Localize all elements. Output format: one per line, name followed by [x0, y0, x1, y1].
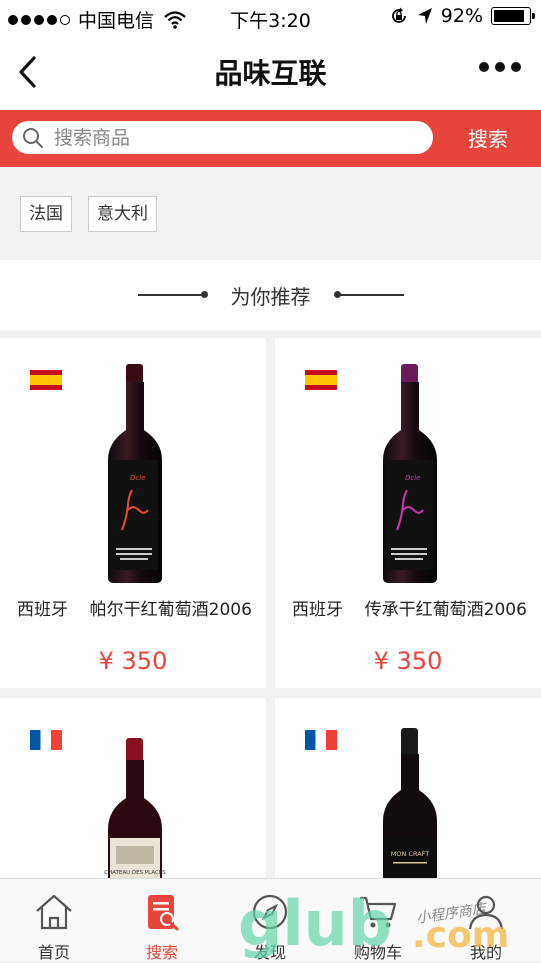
product-title: 帕尔干红葡萄酒2006 [89, 600, 252, 620]
recommend-header: 为你推荐 [0, 260, 541, 330]
location-arrow-icon [417, 8, 432, 24]
tab-label: 搜索 [145, 943, 178, 962]
france-flag-icon [30, 730, 62, 750]
wine-bottle-image: CHATEAU DES PLACES [104, 738, 166, 878]
rotation-lock-icon [391, 7, 406, 23]
home-icon [36, 894, 72, 930]
page-title: 品味互联 [214, 57, 327, 90]
svg-text:Dcle: Dcle [405, 474, 421, 482]
france-flag-icon [305, 730, 337, 750]
tab-home[interactable]: 首页 [0, 879, 108, 962]
tag-france[interactable]: 法国 [20, 196, 72, 232]
search-list-icon [148, 895, 179, 931]
more-icon[interactable] [479, 62, 521, 72]
battery-icon [491, 7, 535, 25]
tab-label: 我的 [469, 943, 502, 962]
wine-bottle-image: MON CRAFT [383, 728, 437, 878]
section-title: 为你推荐 [230, 285, 311, 309]
product-card[interactable]: MON CRAFT [275, 698, 541, 878]
product-country: 西班牙 [292, 600, 343, 620]
product-title: 传承干红葡萄酒2006 [364, 600, 527, 620]
user-icon [468, 895, 504, 930]
bottle-label-text: CHATEAU DES PLACES [104, 870, 166, 876]
tab-discover[interactable]: 发现 [216, 879, 324, 962]
search-box[interactable] [12, 121, 433, 154]
spain-flag-icon [305, 370, 337, 390]
tab-label: 首页 [37, 943, 70, 962]
svg-text:Dcle: Dcle [130, 474, 146, 482]
tab-label: 发现 [253, 943, 286, 962]
cart-icon [360, 896, 397, 928]
product-card[interactable]: CHATEAU DES PLACES [0, 698, 266, 878]
wine-bottle-image: Dcle [383, 364, 437, 583]
tag-italy[interactable]: 意大利 [88, 196, 157, 232]
status-right: 92% [389, 5, 535, 27]
search-bar: 搜索 [0, 110, 541, 167]
battery-percent: 92% [440, 5, 483, 27]
product-name: 西班牙 传承干红葡萄酒2006 [292, 601, 532, 620]
product-name: 西班牙 帕尔干红葡萄酒2006 [17, 601, 257, 620]
wine-bottle-image: Dcle [108, 364, 162, 583]
status-bar: 中国电信 下午3:20 92% [0, 0, 541, 34]
search-icon [23, 127, 43, 148]
spain-flag-icon [30, 370, 62, 390]
product-country: 西班牙 [17, 600, 68, 620]
nav-bar: 品味互联 [0, 34, 541, 110]
tab-search[interactable]: 搜索 [108, 879, 216, 962]
search-button[interactable]: 搜索 [450, 123, 526, 152]
tab-label: 购物车 [353, 943, 402, 962]
tab-mine[interactable]: 我的 [432, 879, 540, 962]
tag-list: 法国 意大利 [0, 167, 541, 260]
product-price: ¥ 350 [373, 647, 443, 675]
product-card[interactable]: Dcle 西班牙 传承干红葡萄酒2006 ¥ 350 [275, 338, 541, 688]
tab-bar: 首页 搜索 发现 购物车 我的 [0, 878, 541, 962]
compass-icon [252, 894, 288, 930]
tab-cart[interactable]: 购物车 [324, 879, 432, 962]
product-card[interactable]: Dcle 西班牙 帕尔干红葡萄酒2006 ¥ 350 [0, 338, 266, 688]
product-price: ¥ 350 [98, 647, 168, 675]
bottle-label-text: MON CRAFT [391, 850, 430, 858]
search-input[interactable] [52, 125, 416, 150]
divider-right [336, 294, 404, 296]
